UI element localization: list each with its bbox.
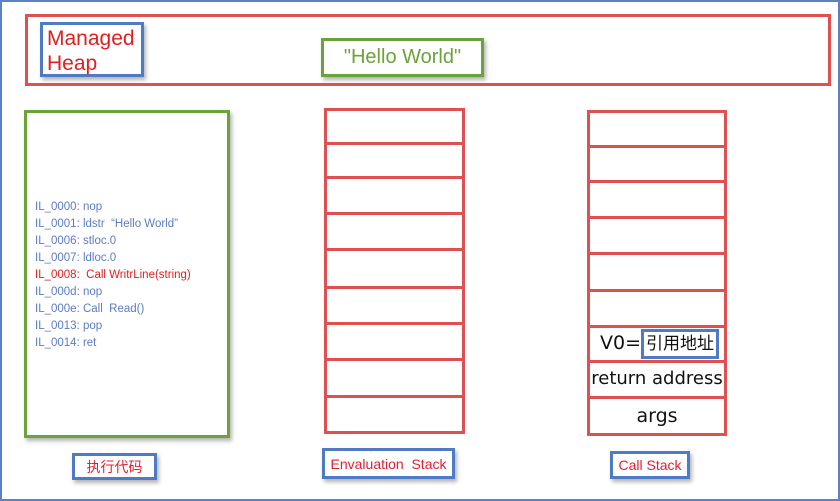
- evaluation-stack-slot: [327, 322, 462, 358]
- evaluation-stack-slot: [327, 142, 462, 176]
- evaluation-stack-slot: [327, 212, 462, 248]
- il-code-listing: IL_0000: nop IL_0001: ldstr “Hello World”…: [35, 199, 191, 352]
- il-code-line: IL_0014: ret: [35, 337, 97, 349]
- evaluation-stack-slot: [327, 248, 462, 286]
- v0-reference-box: 引用地址: [641, 329, 720, 359]
- evaluation-stack-slot: [327, 358, 462, 395]
- call-stack-slot: [590, 252, 724, 289]
- v0-label: V0=: [600, 332, 642, 354]
- managed-heap-title: Managed Heap: [40, 22, 144, 77]
- hello-world-string-object: "Hello World": [321, 38, 484, 77]
- call-stack-slot: [590, 216, 724, 252]
- il-code-line: IL_0000: nop: [35, 201, 103, 213]
- call-stack-return-address: return address: [587, 360, 727, 396]
- call-stack: V0= 引用地址 return address args: [587, 110, 727, 436]
- il-code-line: IL_000e: Call Read(): [35, 303, 145, 315]
- code-label: 执行代码: [72, 453, 157, 480]
- il-code-panel: IL_0000: nop IL_0001: ldstr “Hello World”…: [24, 110, 230, 438]
- il-code-line: IL_0008: Call WritrLine(string): [35, 269, 191, 281]
- il-code-line: IL_0006: stloc.0: [35, 235, 117, 247]
- call-stack-slot: [590, 110, 724, 148]
- call-stack-slot: [590, 289, 724, 325]
- evaluation-stack-slot: [327, 176, 462, 212]
- evaluation-stack-slot: [327, 395, 462, 431]
- il-code-line: IL_0007: ldloc.0: [35, 252, 117, 264]
- evaluation-stack-slot: [327, 286, 462, 322]
- il-code-line: IL_0001: ldstr “Hello World”: [35, 218, 178, 230]
- call-stack-args: args: [590, 396, 724, 436]
- call-stack-local-v0: V0= 引用地址: [590, 325, 724, 360]
- il-code-line: IL_000d: nop: [35, 286, 103, 298]
- call-stack-slot: [590, 180, 724, 216]
- evaluation-stack-label: Envaluation Stack: [322, 448, 455, 479]
- evaluation-stack: [324, 108, 465, 434]
- evaluation-stack-slot: [327, 108, 462, 142]
- il-code-line: IL_0013: pop: [35, 320, 103, 332]
- call-stack-slot: [590, 145, 724, 180]
- call-stack-label: Call Stack: [610, 451, 690, 479]
